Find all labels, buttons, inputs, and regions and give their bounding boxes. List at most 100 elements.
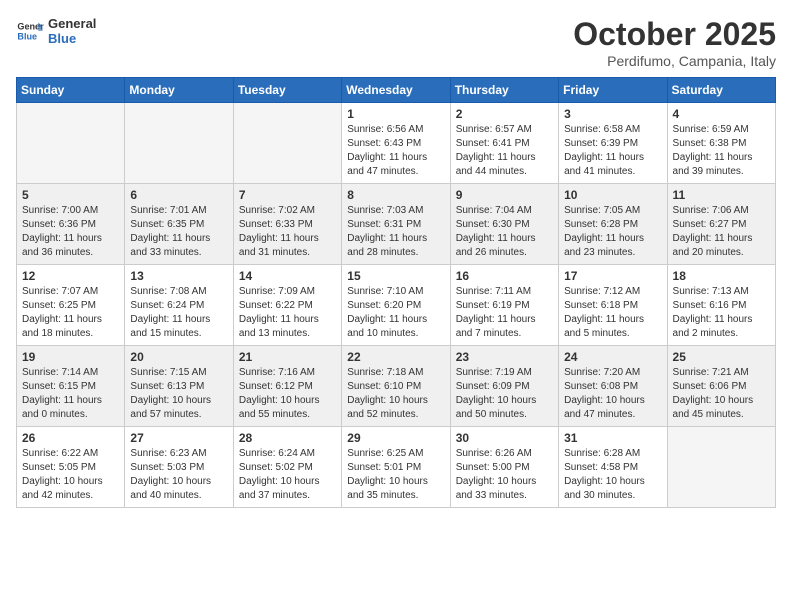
day-number: 31 [564, 431, 661, 445]
day-number: 21 [239, 350, 336, 364]
day-info: Sunrise: 6:24 AM Sunset: 5:02 PM Dayligh… [239, 447, 336, 503]
calendar-cell: 9Sunrise: 7:04 AM Sunset: 6:30 PM Daylig… [450, 184, 558, 265]
month-title: October 2025 [573, 16, 776, 53]
logo: General Blue General Blue [16, 16, 96, 46]
day-number: 19 [22, 350, 119, 364]
title-block: October 2025 Perdifumo, Campania, Italy [573, 16, 776, 69]
day-number: 4 [673, 107, 770, 121]
day-info: Sunrise: 7:07 AM Sunset: 6:25 PM Dayligh… [22, 285, 119, 341]
day-info: Sunrise: 7:03 AM Sunset: 6:31 PM Dayligh… [347, 204, 444, 260]
day-number: 8 [347, 188, 444, 202]
day-info: Sunrise: 7:18 AM Sunset: 6:10 PM Dayligh… [347, 366, 444, 422]
day-number: 5 [22, 188, 119, 202]
calendar-week-row: 5 Sunrise: 7:00 AM Sunset: 6:36 PM Daylig… [17, 184, 776, 265]
calendar-cell: 8 Sunrise: 7:03 AM Sunset: 6:31 PM Daylig… [342, 184, 450, 265]
day-number: 30 [456, 431, 553, 445]
day-info: Sunrise: 7:02 AM Sunset: 6:33 PM Dayligh… [239, 204, 336, 260]
day-number: 9 [456, 188, 553, 202]
calendar-cell [233, 103, 341, 184]
column-header-tuesday: Tuesday [233, 78, 341, 103]
calendar-cell: 13 Sunrise: 7:08 AM Sunset: 6:24 PM Dayli… [125, 265, 233, 346]
calendar-cell: 7 Sunrise: 7:02 AM Sunset: 6:33 PM Daylig… [233, 184, 341, 265]
column-header-sunday: Sunday [17, 78, 125, 103]
calendar-cell: 19 Sunrise: 7:14 AM Sunset: 6:15 PM Dayli… [17, 346, 125, 427]
day-number: 17 [564, 269, 661, 283]
calendar-cell: 10 Sunrise: 7:05 AM Sunset: 6:28 PM Dayli… [559, 184, 667, 265]
calendar-cell: 22Sunrise: 7:18 AM Sunset: 6:10 PM Dayli… [342, 346, 450, 427]
day-number: 1 [347, 107, 444, 121]
day-number: 7 [239, 188, 336, 202]
day-info: Sunrise: 7:08 AM Sunset: 6:24 PM Dayligh… [130, 285, 227, 341]
calendar-cell: 3Sunrise: 6:58 AM Sunset: 6:39 PM Daylig… [559, 103, 667, 184]
day-number: 28 [239, 431, 336, 445]
column-header-monday: Monday [125, 78, 233, 103]
calendar-week-row: 1Sunrise: 6:56 AM Sunset: 6:43 PM Daylig… [17, 103, 776, 184]
day-number: 15 [347, 269, 444, 283]
day-number: 29 [347, 431, 444, 445]
day-number: 27 [130, 431, 227, 445]
calendar-cell [17, 103, 125, 184]
day-number: 23 [456, 350, 553, 364]
location-subtitle: Perdifumo, Campania, Italy [573, 53, 776, 69]
calendar-header-row: SundayMondayTuesdayWednesdayThursdayFrid… [17, 78, 776, 103]
day-info: Sunrise: 6:23 AM Sunset: 5:03 PM Dayligh… [130, 447, 227, 503]
day-number: 25 [673, 350, 770, 364]
day-info: Sunrise: 7:09 AM Sunset: 6:22 PM Dayligh… [239, 285, 336, 341]
calendar-cell: 14 Sunrise: 7:09 AM Sunset: 6:22 PM Dayli… [233, 265, 341, 346]
calendar-cell: 30 Sunrise: 6:26 AM Sunset: 5:00 PM Dayli… [450, 427, 558, 508]
day-info: Sunrise: 7:10 AM Sunset: 6:20 PM Dayligh… [347, 285, 444, 341]
day-info: Sunrise: 6:59 AM Sunset: 6:38 PM Dayligh… [673, 123, 770, 179]
day-number: 12 [22, 269, 119, 283]
day-number: 14 [239, 269, 336, 283]
calendar-cell: 26Sunrise: 6:22 AM Sunset: 5:05 PM Dayli… [17, 427, 125, 508]
column-header-saturday: Saturday [667, 78, 775, 103]
day-info: Sunrise: 7:16 AM Sunset: 6:12 PM Dayligh… [239, 366, 336, 422]
calendar-cell: 21 Sunrise: 7:16 AM Sunset: 6:12 PM Dayli… [233, 346, 341, 427]
day-number: 10 [564, 188, 661, 202]
day-info: Sunrise: 7:19 AM Sunset: 6:09 PM Dayligh… [456, 366, 553, 422]
calendar-cell [125, 103, 233, 184]
calendar-cell: 16 Sunrise: 7:11 AM Sunset: 6:19 PM Dayli… [450, 265, 558, 346]
calendar-cell: 15 Sunrise: 7:10 AM Sunset: 6:20 PM Dayli… [342, 265, 450, 346]
day-info: Sunrise: 7:13 AM Sunset: 6:16 PM Dayligh… [673, 285, 770, 341]
day-info: Sunrise: 7:14 AM Sunset: 6:15 PM Dayligh… [22, 366, 119, 422]
day-number: 24 [564, 350, 661, 364]
page-header: General Blue General Blue October 2025 P… [16, 16, 776, 69]
calendar-cell: 29Sunrise: 6:25 AM Sunset: 5:01 PM Dayli… [342, 427, 450, 508]
day-info: Sunrise: 6:57 AM Sunset: 6:41 PM Dayligh… [456, 123, 553, 179]
day-info: Sunrise: 7:05 AM Sunset: 6:28 PM Dayligh… [564, 204, 661, 260]
calendar-cell: 27 Sunrise: 6:23 AM Sunset: 5:03 PM Dayli… [125, 427, 233, 508]
day-info: Sunrise: 7:00 AM Sunset: 6:36 PM Dayligh… [22, 204, 119, 260]
logo-line1: General [48, 16, 96, 31]
calendar-cell: 18 Sunrise: 7:13 AM Sunset: 6:16 PM Dayli… [667, 265, 775, 346]
logo-icon: General Blue [16, 17, 44, 45]
day-number: 13 [130, 269, 227, 283]
calendar-cell: 12 Sunrise: 7:07 AM Sunset: 6:25 PM Dayli… [17, 265, 125, 346]
calendar-table: SundayMondayTuesdayWednesdayThursdayFrid… [16, 77, 776, 508]
day-info: Sunrise: 7:06 AM Sunset: 6:27 PM Dayligh… [673, 204, 770, 260]
calendar-cell: 6 Sunrise: 7:01 AM Sunset: 6:35 PM Daylig… [125, 184, 233, 265]
day-number: 18 [673, 269, 770, 283]
day-info: Sunrise: 7:20 AM Sunset: 6:08 PM Dayligh… [564, 366, 661, 422]
day-info: Sunrise: 7:01 AM Sunset: 6:35 PM Dayligh… [130, 204, 227, 260]
calendar-week-row: 26Sunrise: 6:22 AM Sunset: 5:05 PM Dayli… [17, 427, 776, 508]
column-header-wednesday: Wednesday [342, 78, 450, 103]
day-info: Sunrise: 6:26 AM Sunset: 5:00 PM Dayligh… [456, 447, 553, 503]
column-header-thursday: Thursday [450, 78, 558, 103]
calendar-cell: 31 Sunrise: 6:28 AM Sunset: 4:58 PM Dayli… [559, 427, 667, 508]
logo-line2: Blue [48, 31, 96, 46]
day-number: 6 [130, 188, 227, 202]
day-info: Sunrise: 7:11 AM Sunset: 6:19 PM Dayligh… [456, 285, 553, 341]
day-info: Sunrise: 6:28 AM Sunset: 4:58 PM Dayligh… [564, 447, 661, 503]
calendar-cell: 24 Sunrise: 7:20 AM Sunset: 6:08 PM Dayli… [559, 346, 667, 427]
day-info: Sunrise: 7:12 AM Sunset: 6:18 PM Dayligh… [564, 285, 661, 341]
day-number: 16 [456, 269, 553, 283]
day-number: 26 [22, 431, 119, 445]
calendar-cell: 20Sunrise: 7:15 AM Sunset: 6:13 PM Dayli… [125, 346, 233, 427]
svg-text:Blue: Blue [17, 31, 37, 41]
calendar-cell: 28 Sunrise: 6:24 AM Sunset: 5:02 PM Dayli… [233, 427, 341, 508]
day-number: 11 [673, 188, 770, 202]
day-number: 20 [130, 350, 227, 364]
calendar-cell: 4 Sunrise: 6:59 AM Sunset: 6:38 PM Daylig… [667, 103, 775, 184]
day-number: 3 [564, 107, 661, 121]
